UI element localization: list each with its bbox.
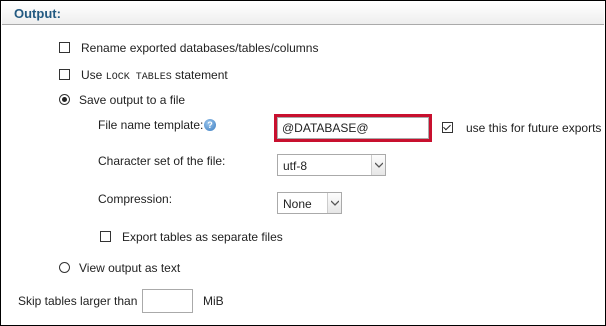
lock-tables-label-suffix: statement — [175, 68, 228, 82]
skip-tables-label: Skip tables larger than — [18, 294, 138, 308]
rename-label: Rename exported databases/tables/columns — [81, 41, 319, 55]
use-for-future-checkbox[interactable] — [442, 122, 453, 133]
skip-tables-unit: MiB — [203, 294, 224, 308]
lock-tables-label: Use LOCK TABLES statement — [81, 68, 228, 83]
separate-files-checkbox[interactable] — [100, 231, 111, 242]
lock-tables-label-prefix: Use — [81, 68, 103, 82]
file-name-template-label: File name template: — [98, 118, 204, 132]
output-panel: Output: Rename exported databases/tables… — [0, 0, 606, 326]
file-name-template-input[interactable] — [277, 117, 429, 139]
lock-tables-code: LOCK TABLES — [105, 72, 172, 83]
help-icon[interactable]: ? — [204, 119, 216, 131]
chevron-down-icon — [327, 193, 341, 213]
compression-select[interactable]: None — [277, 192, 342, 214]
separate-files-label: Export tables as separate files — [122, 230, 283, 244]
compression-select-value: None — [283, 197, 312, 211]
lock-tables-checkbox[interactable] — [59, 69, 70, 80]
compression-label: Compression: — [98, 192, 173, 206]
charset-label: Character set of the file: — [98, 154, 226, 168]
save-to-file-radio[interactable] — [59, 94, 70, 105]
skip-tables-size-input[interactable] — [142, 289, 193, 313]
view-as-text-radio[interactable] — [59, 262, 70, 273]
view-as-text-label: View output as text — [79, 261, 181, 275]
section-header: Output: — [2, 2, 604, 25]
rename-checkbox[interactable] — [59, 42, 70, 53]
save-to-file-label: Save output to a file — [79, 93, 186, 107]
chevron-down-icon — [371, 155, 385, 175]
use-for-future-label: use this for future exports — [466, 121, 602, 135]
charset-select-value: utf-8 — [283, 159, 308, 173]
charset-select[interactable]: utf-8 — [277, 154, 386, 176]
section-title: Output: — [14, 6, 61, 21]
